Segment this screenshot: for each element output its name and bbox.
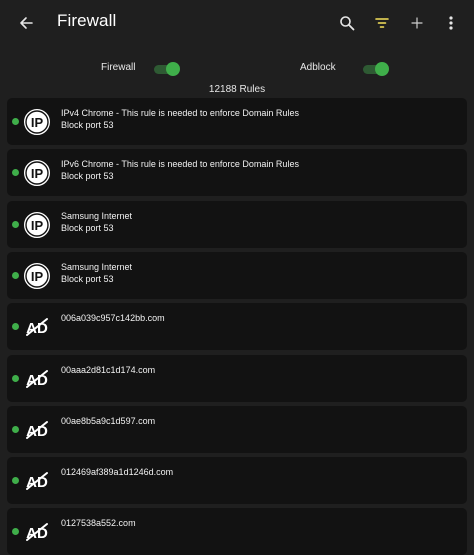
ad-block-icon: AD xyxy=(23,313,51,341)
adblock-toggle[interactable] xyxy=(363,62,389,76)
ip-icon: IP xyxy=(23,211,51,239)
rule-card[interactable]: IP Samsung Internet Block port 53 xyxy=(7,201,467,248)
rule-card[interactable]: AD 0127538a552.com xyxy=(7,508,467,555)
adblock-toggle-label: Adblock xyxy=(300,62,336,73)
firewall-toggle-thumb xyxy=(166,62,180,76)
ad-block-icon: AD xyxy=(23,365,51,393)
rule-title: 006a039c957c142bb.com xyxy=(61,313,165,323)
filter-icon xyxy=(375,18,389,28)
firewall-toggle-label: Firewall xyxy=(101,62,136,73)
firewall-toggle[interactable] xyxy=(154,62,180,76)
app-bar: Firewall xyxy=(0,0,474,46)
add-rule-button[interactable] xyxy=(405,12,429,34)
rule-card[interactable]: AD 00ae8b5a9c1d597.com xyxy=(7,406,467,453)
toggles-row: Firewall Adblock xyxy=(0,58,474,80)
rule-enabled-indicator xyxy=(12,375,19,382)
rule-card[interactable]: AD 012469af389a1d1246d.com xyxy=(7,457,467,504)
svg-text:AD: AD xyxy=(26,320,48,337)
back-button[interactable] xyxy=(14,12,38,34)
rule-enabled-indicator xyxy=(12,272,19,279)
rule-title: 00ae8b5a9c1d597.com xyxy=(61,416,156,426)
ip-icon: IP xyxy=(23,262,51,290)
page-title: Firewall xyxy=(57,11,117,30)
rule-enabled-indicator xyxy=(12,323,19,330)
svg-text:IP: IP xyxy=(31,218,44,233)
svg-text:IP: IP xyxy=(31,115,44,130)
rules-count: 12188 Rules xyxy=(208,84,266,95)
rule-title: 0127538a552.com xyxy=(61,518,136,528)
search-icon xyxy=(340,16,355,31)
ad-block-icon: AD xyxy=(23,416,51,444)
rule-detail: Block port 53 xyxy=(61,274,114,284)
rule-detail: Block port 53 xyxy=(61,120,114,130)
rule-card[interactable]: AD 00aaa2d81c1d174.com xyxy=(7,355,467,402)
svg-text:IP: IP xyxy=(31,269,44,284)
rule-enabled-indicator xyxy=(12,221,19,228)
ip-icon: IP xyxy=(23,108,51,136)
svg-text:IP: IP xyxy=(31,166,44,181)
svg-text:AD: AD xyxy=(26,423,48,440)
rule-card[interactable]: IP IPv6 Chrome - This rule is needed to e… xyxy=(7,149,467,196)
rule-enabled-indicator xyxy=(12,169,19,176)
add-icon xyxy=(411,17,423,29)
rule-card[interactable]: IP Samsung Internet Block port 53 xyxy=(7,252,467,299)
arrow-back-icon xyxy=(20,17,33,29)
more-options-button[interactable] xyxy=(439,12,463,34)
svg-text:AD: AD xyxy=(26,372,48,389)
ad-block-icon: AD xyxy=(23,467,51,495)
rule-card[interactable]: AD 006a039c957c142bb.com xyxy=(7,303,467,350)
rule-card[interactable]: IP IPv4 Chrome - This rule is needed to e… xyxy=(7,98,467,145)
rule-title: Samsung Internet xyxy=(61,211,133,221)
rule-detail: Block port 53 xyxy=(61,171,114,181)
rule-title: Samsung Internet xyxy=(61,262,133,272)
ad-block-icon: AD xyxy=(23,518,51,546)
rule-title: 012469af389a1d1246d.com xyxy=(61,467,174,477)
search-button[interactable] xyxy=(335,12,359,34)
rule-title: IPv6 Chrome - This rule is needed to enf… xyxy=(61,159,299,169)
svg-text:AD: AD xyxy=(26,474,48,491)
more-vert-icon xyxy=(449,16,453,30)
rule-detail: Block port 53 xyxy=(61,223,114,233)
ip-icon: IP xyxy=(23,159,51,187)
rule-title: IPv4 Chrome - This rule is needed to enf… xyxy=(61,108,299,118)
rule-enabled-indicator xyxy=(12,426,19,433)
rule-enabled-indicator xyxy=(12,477,19,484)
filter-button[interactable] xyxy=(370,12,394,34)
rule-enabled-indicator xyxy=(12,118,19,125)
rule-title: 00aaa2d81c1d174.com xyxy=(61,365,156,375)
adblock-toggle-thumb xyxy=(375,62,389,76)
